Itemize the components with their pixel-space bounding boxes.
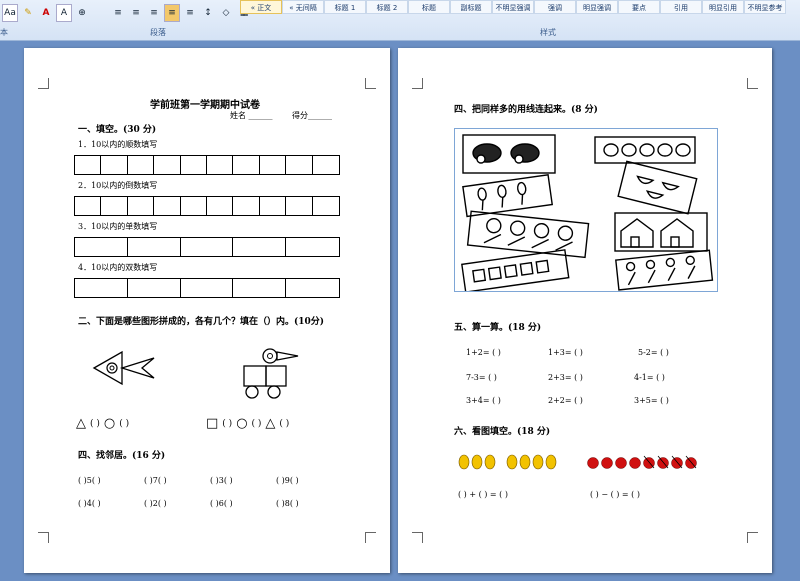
calc-item[interactable]: 4-1= ( ): [634, 373, 665, 382]
q4-label: 4．10以内的双数填写: [78, 263, 158, 272]
shading-icon[interactable]: ◇: [218, 4, 234, 22]
change-case-button[interactable]: Aa: [2, 4, 18, 22]
circle-icon: ○: [103, 416, 116, 431]
dogs-card: [462, 134, 556, 174]
fish-shape-figure: [92, 350, 155, 386]
crop-mark: [412, 78, 423, 89]
fill-equation-sub[interactable]: ( ) − ( ) = ( ): [590, 490, 640, 499]
neighbor-item[interactable]: ( )5( ): [78, 476, 101, 485]
distributed-icon[interactable]: ≡: [182, 4, 198, 22]
calc-item[interactable]: 2+3= ( ): [548, 373, 583, 382]
name-field[interactable]: 姓名 ______: [230, 110, 273, 121]
crop-mark: [38, 78, 49, 89]
style-item[interactable]: 标题 1: [324, 0, 366, 14]
crop-mark: [412, 532, 423, 543]
neighbor-item[interactable]: ( )9( ): [276, 476, 299, 485]
calc-item[interactable]: 3+5= ( ): [634, 396, 669, 405]
section-2-title: 二、下面是哪些图形拼成的，各有几个？填在（）内。(10分): [78, 317, 325, 327]
page-1: 学前班第一学期期中试卷 姓名 ______ 得分______ 一、填空。(30 …: [24, 48, 390, 573]
shape-count-blank[interactable]: ( ): [222, 419, 232, 429]
style-item[interactable]: 明显引用: [702, 0, 744, 14]
enclose-char-icon[interactable]: ⊕: [74, 4, 90, 22]
neighbor-item[interactable]: ( )7( ): [144, 476, 167, 485]
matching-picture[interactable]: [454, 128, 718, 292]
style-item[interactable]: 明显强调: [576, 0, 618, 14]
align-center-icon[interactable]: ≡: [128, 4, 144, 22]
style-item[interactable]: 不明显参考: [744, 0, 786, 14]
square-icon: □: [206, 416, 219, 431]
style-item[interactable]: 强调: [534, 0, 576, 14]
crop-mark: [365, 78, 376, 89]
font-color-button[interactable]: A: [38, 4, 54, 22]
left-group-label: 本: [0, 28, 8, 37]
triangle-icon: △: [265, 416, 276, 431]
exam-title: 学前班第一学期期中试卷: [150, 100, 260, 111]
circle-icon: ○: [236, 416, 248, 431]
style-item[interactable]: « 无间隔: [282, 0, 324, 14]
calc-item[interactable]: 1+2= ( ): [466, 348, 501, 357]
answer-grid-10[interactable]: [74, 196, 340, 216]
style-item[interactable]: 标题: [408, 0, 450, 14]
q2-label: 2．10以内的倒数填写: [78, 181, 158, 190]
apples-picture: [587, 455, 697, 469]
calc-item[interactable]: 1+3= ( ): [548, 348, 583, 357]
crop-mark: [747, 78, 758, 89]
line-spacing-icon[interactable]: ↕: [200, 4, 216, 22]
calc-item[interactable]: 7-3= ( ): [466, 373, 497, 382]
style-item[interactable]: 引用: [660, 0, 702, 14]
styles-group-label: 样式: [540, 28, 556, 37]
triangle-icon: △: [76, 416, 86, 431]
calc-item[interactable]: 5-2= ( ): [638, 348, 669, 357]
char-shading-icon[interactable]: A: [56, 4, 72, 22]
section-1-title: 一、填空。(30 分): [78, 125, 157, 135]
page-2: 四、把同样多的用线连起来。(8 分) 五、算一算。(18 分) 1+2= ()…: [398, 48, 772, 573]
justify-icon[interactable]: ≡: [164, 4, 180, 22]
calc-item[interactable]: 2+2= ( ): [548, 396, 583, 405]
section-5-title: 五、算一算。(18 分): [454, 323, 542, 333]
score-field[interactable]: 得分______: [292, 110, 332, 121]
ribbon: Aa ✎ A A ⊕ ≡ ≡ ≡ ≡ ≡ ↕ ◇ ▦ 本 段落 样式 « 正文«…: [0, 0, 800, 41]
neighbor-item[interactable]: ( )8( ): [276, 499, 299, 508]
shape-count-blank[interactable]: ( ): [90, 419, 100, 429]
align-left-icon[interactable]: ≡: [110, 4, 126, 22]
crop-mark: [365, 532, 376, 543]
neighbor-item[interactable]: ( )3( ): [210, 476, 233, 485]
q1-label: 1．10以内的顺数填写: [78, 140, 158, 149]
page2-section-4-title: 四、把同样多的用线连起来。(8 分): [454, 105, 598, 115]
duck-shape-figure: [243, 348, 299, 399]
neighbor-item[interactable]: ( )6( ): [210, 499, 233, 508]
fill-equation-add[interactable]: ( ) + ( ) = ( ): [458, 490, 508, 499]
shape-count-row-2: □ ( ) ○ ( ) △ ( ): [206, 416, 289, 431]
style-item[interactable]: « 正文: [240, 0, 282, 14]
font-paragraph-toolbar: Aa ✎ A A ⊕ ≡ ≡ ≡ ≡ ≡ ↕ ◇ ▦: [0, 2, 252, 24]
section-6-title: 六、看图填空。(18 分): [454, 427, 551, 437]
crop-mark: [38, 532, 49, 543]
styles-gallery: « 正文 « 无间隔 标题 1 标题 2 标题 副标题 不明显强调 强调 明显强调 要点 引用 明显引…: [240, 0, 800, 18]
shape-count-blank[interactable]: ( ): [119, 419, 129, 429]
style-item[interactable]: 标题 2: [366, 0, 408, 14]
style-item[interactable]: 副标题: [450, 0, 492, 14]
q3-label: 3．10以内的单数填写: [78, 222, 158, 231]
calc-item[interactable]: 3+4= ( ): [466, 396, 501, 405]
highlight-icon[interactable]: ✎: [20, 4, 36, 22]
shape-count-row-1: △ ( ) ○ ( ): [76, 416, 129, 431]
answer-grid-5[interactable]: [74, 237, 340, 257]
section-4-title: 四、找邻居。(16 分): [78, 451, 166, 461]
neighbor-item[interactable]: ( )2( ): [144, 499, 167, 508]
answer-grid-5[interactable]: [74, 278, 340, 298]
style-item[interactable]: 不明显强调: [492, 0, 534, 14]
paragraph-group-label: 段落: [150, 28, 166, 37]
align-right-icon[interactable]: ≡: [146, 4, 162, 22]
answer-grid-10[interactable]: [74, 155, 340, 175]
shape-count-blank[interactable]: ( ): [252, 419, 262, 429]
pears-picture: [458, 454, 557, 470]
shape-count-blank[interactable]: ( ): [279, 419, 289, 429]
style-item[interactable]: 要点: [618, 0, 660, 14]
crop-mark: [747, 532, 758, 543]
neighbor-item[interactable]: ( )4( ): [78, 499, 101, 508]
